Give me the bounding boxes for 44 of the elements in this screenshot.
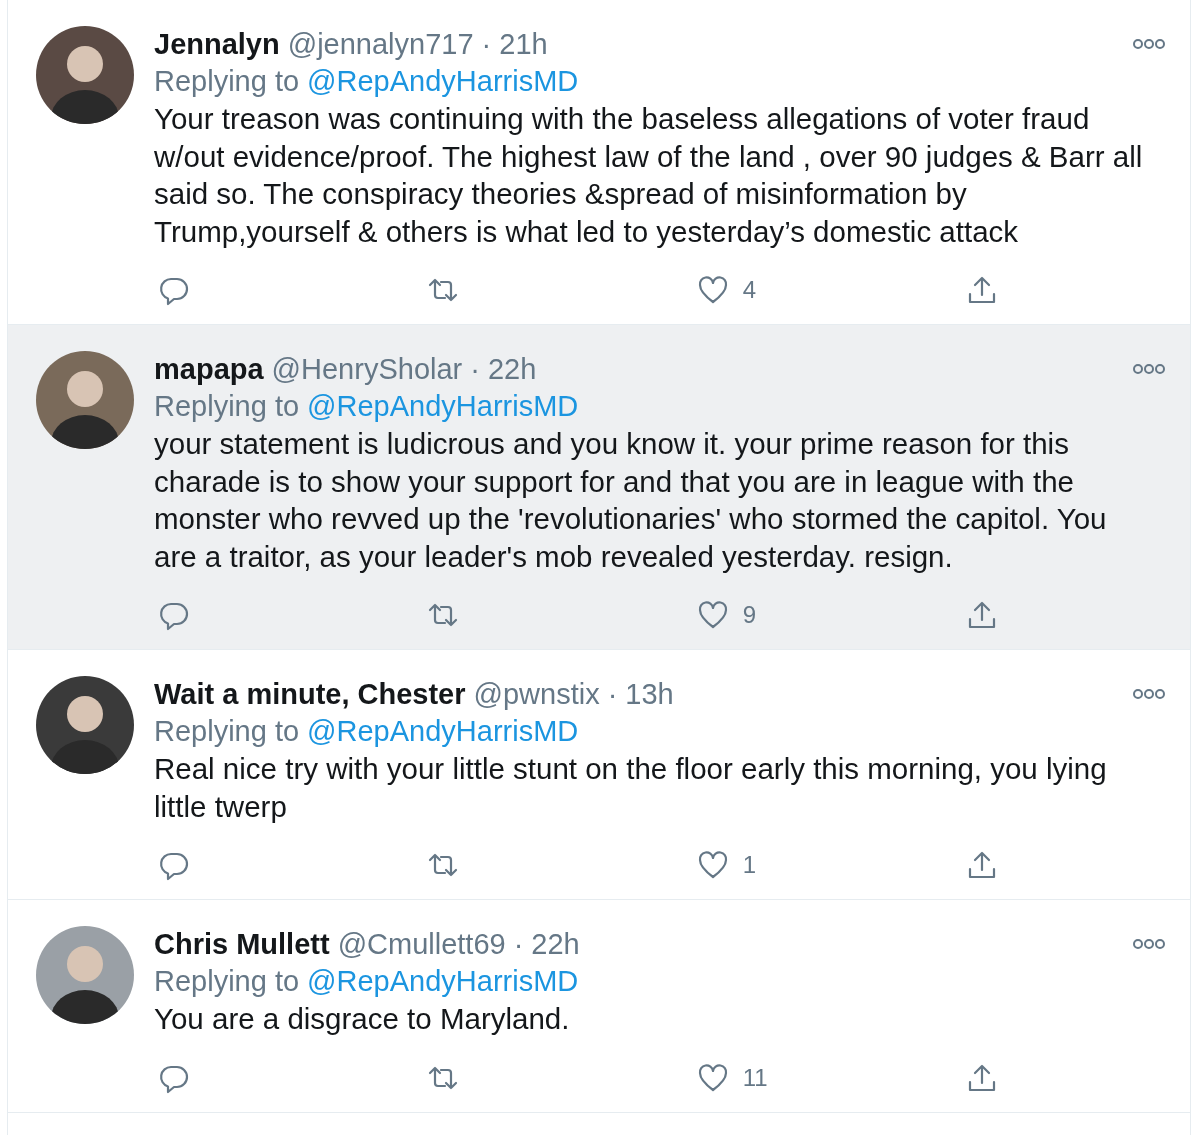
- user-handle: @pwnstix: [473, 677, 600, 712]
- mention-link[interactable]: @RepAndyHarrisMD: [307, 62, 579, 100]
- like-count: 9: [742, 601, 756, 629]
- share-icon[interactable]: [966, 599, 998, 631]
- like-count: 1: [742, 851, 756, 879]
- separator-dot: ·: [470, 352, 480, 387]
- mention-link[interactable]: @RepAndyHarrisMD: [307, 962, 579, 1000]
- like-count: 11: [742, 1063, 768, 1092]
- more-icon[interactable]: [1132, 687, 1166, 701]
- separator-dot: ·: [513, 927, 524, 962]
- share-icon[interactable]: [966, 849, 998, 881]
- tweet-text: Your treason was continuing with the baseless allegations of voter fraud w/out evidence/proof. The highest law of the land , over 90 judges & Barr all said so. The conspiracy theories &spread of misinformation by Trump,yourself & others is what led to yesterday’s domestic attack: [154, 101, 1144, 250]
- tweet-card[interactable]: [8, 325, 1190, 650]
- timestamp[interactable]: 21h: [499, 26, 548, 62]
- share-icon[interactable]: [966, 274, 998, 306]
- user-handle: @Cmullett69: [337, 927, 506, 962]
- tweet-text: You are a disgrace to Maryland.: [154, 1001, 571, 1037]
- like-count: 4: [742, 276, 756, 304]
- user-name[interactable]: Jennalyn: [154, 26, 280, 62]
- separator-dot: ·: [607, 677, 618, 712]
- user-name[interactable]: Chris Mullett: [154, 926, 330, 962]
- tweet-text: Real nice try with your little stunt on the floor early this morning, you lying little twerp: [154, 751, 1108, 825]
- mention-link[interactable]: @RepAndyHarrisMD: [307, 712, 579, 750]
- replying-label: Replying to: [154, 64, 300, 99]
- timestamp[interactable]: 22h: [487, 351, 537, 387]
- more-icon[interactable]: [1132, 362, 1166, 376]
- heart-icon[interactable]: [696, 274, 729, 306]
- timestamp[interactable]: 22h: [531, 926, 580, 962]
- user-name[interactable]: mapapa: [154, 351, 264, 387]
- tweet-text: your statement is ludicrous and you know it. your prime reason for this charade is to show your support for and that you are in league with the monster who revved up the 'revolutionaries' who stormed the capitol. You are a traitor, as your leader's mob revealed yesterday. resign.: [154, 426, 1108, 575]
- separator-dot: ·: [481, 27, 492, 62]
- mention-link[interactable]: @RepAndyHarrisMD: [307, 387, 579, 425]
- user-handle: @HenrySholar: [271, 352, 463, 387]
- more-icon[interactable]: [1132, 37, 1166, 51]
- replying-label: Replying to: [154, 714, 300, 749]
- user-handle: @jennalyn717: [287, 27, 474, 62]
- timestamp[interactable]: 13h: [625, 676, 674, 712]
- heart-icon[interactable]: [696, 599, 729, 631]
- user-name[interactable]: Wait a minute, Chester: [154, 676, 466, 712]
- more-icon[interactable]: [1132, 937, 1166, 951]
- replying-label: Replying to: [154, 389, 300, 424]
- replying-label: Replying to: [154, 964, 300, 999]
- heart-icon[interactable]: [696, 1061, 729, 1094]
- heart-icon[interactable]: [696, 849, 729, 881]
